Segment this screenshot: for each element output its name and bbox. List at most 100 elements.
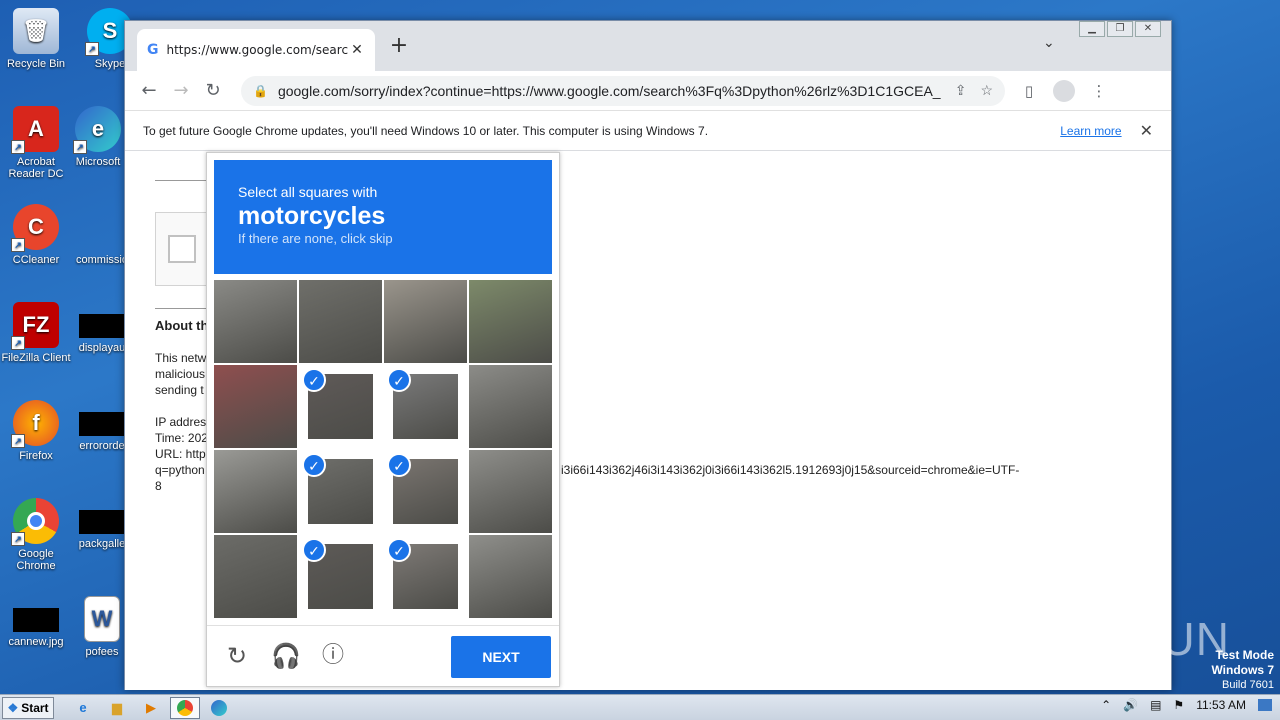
- ip-address-label: IP addres: [155, 415, 207, 429]
- captcha-tile[interactable]: [469, 450, 552, 533]
- taskbar-ie-icon[interactable]: e: [68, 697, 98, 719]
- infobar-message: To get future Google Chrome updates, you…: [143, 123, 709, 138]
- new-tab-button[interactable]: +: [387, 33, 411, 58]
- infobar-close-icon[interactable]: ✕: [1140, 121, 1153, 141]
- desktop-icon-ccleaner[interactable]: C ↗ CCleaner: [0, 204, 72, 266]
- challenge-hint: If there are none, click skip: [238, 231, 393, 246]
- taskbar-media-player-icon[interactable]: ▶: [136, 697, 166, 719]
- captcha-tile[interactable]: [469, 280, 552, 363]
- tile-selected-check-icon: ✓: [387, 453, 411, 477]
- menu-kebab-icon[interactable]: ⋮: [1089, 82, 1109, 100]
- challenge-target: motorcycles: [238, 202, 386, 230]
- captcha-tile-image: [469, 280, 552, 363]
- time-label: Time: 202: [155, 431, 208, 445]
- clock[interactable]: 11:53 AM: [1196, 698, 1246, 712]
- desktop-icon-recycle-bin[interactable]: 🗑 Recycle Bin: [0, 8, 72, 70]
- lock-icon[interactable]: 🔒: [253, 84, 268, 98]
- url-label: URL: http: [155, 447, 206, 461]
- address-bar[interactable]: 🔒 google.com/sorry/index?continue=https:…: [241, 75, 1005, 106]
- captcha-tile-image: [214, 280, 297, 363]
- captcha-tile-image: [214, 365, 297, 448]
- tab-close-icon[interactable]: ✕: [349, 42, 365, 58]
- taskbar-chrome-icon[interactable]: [170, 696, 200, 719]
- info-icon[interactable]: ⓘ: [319, 642, 347, 670]
- url-line-end: 8: [155, 479, 162, 493]
- captcha-tile[interactable]: [214, 450, 297, 533]
- captcha-tile[interactable]: [469, 535, 552, 618]
- next-button[interactable]: NEXT: [451, 636, 551, 678]
- challenge-header: Select all squares with motorcycles If t…: [214, 160, 552, 274]
- url-text[interactable]: google.com/sorry/index?continue=https://…: [278, 83, 941, 99]
- tray-chevron-up-icon[interactable]: ⌃: [1101, 698, 1111, 712]
- audio-challenge-headphones-icon[interactable]: 🎧: [271, 642, 301, 670]
- chrome-icon: ↗: [11, 498, 59, 546]
- tile-selected-check-icon: ✓: [302, 453, 326, 477]
- tile-selected-check-icon: ✓: [387, 538, 411, 562]
- body-text-line: malicious: [155, 367, 206, 381]
- challenge-footer: ↻ 🎧 ⓘ NEXT: [207, 625, 559, 687]
- tab-strip: G https://www.google.com/search?q= ✕ + ⌄…: [125, 21, 1171, 71]
- update-infobar: To get future Google Chrome updates, you…: [125, 111, 1171, 151]
- volume-icon[interactable]: 🔊: [1123, 698, 1138, 712]
- forward-arrow-icon[interactable]: →: [165, 80, 197, 101]
- captcha-tile[interactable]: [469, 365, 552, 448]
- captcha-tile-image: [214, 450, 297, 533]
- desktop-icon-chrome[interactable]: ↗ Google Chrome: [0, 498, 72, 572]
- challenge-instruction: Select all squares with: [238, 184, 378, 200]
- captcha-tile[interactable]: ✓: [384, 450, 467, 533]
- url-line: q=python: [155, 463, 205, 477]
- challenge-grid: ✓ ✓ ✓ ✓ ✓ ✓: [214, 280, 554, 620]
- learn-more-link[interactable]: Learn more: [1060, 124, 1121, 138]
- browser-toolbar: ← → ↻ 🔒 google.com/sorry/index?continue=…: [125, 71, 1171, 111]
- bookmark-star-icon[interactable]: ☆: [980, 82, 993, 99]
- captcha-tile[interactable]: ✓: [299, 365, 382, 448]
- tab-google-search[interactable]: G https://www.google.com/search?q= ✕: [137, 29, 375, 71]
- share-icon[interactable]: ⇪: [955, 82, 967, 99]
- acrobat-icon: A ↗: [11, 106, 59, 154]
- captcha-tile[interactable]: ✓: [299, 535, 382, 618]
- desktop-icon-firefox[interactable]: f ↗ Firefox: [0, 400, 72, 462]
- window-controls: ▁ ❐ ✕: [1079, 21, 1161, 37]
- file-icon: [79, 412, 125, 436]
- captcha-tile[interactable]: [214, 535, 297, 618]
- captcha-tile[interactable]: [214, 280, 297, 363]
- recaptcha-checkbox[interactable]: [168, 235, 196, 263]
- google-favicon-icon: G: [147, 42, 159, 58]
- tile-selected-check-icon: ✓: [302, 368, 326, 392]
- show-desktop-icon[interactable]: [1258, 699, 1272, 711]
- desktop-icon-filezilla[interactable]: FZ ↗ FileZilla Client: [0, 302, 72, 364]
- captcha-tile[interactable]: ✓: [384, 365, 467, 448]
- captcha-tile[interactable]: ✓: [299, 450, 382, 533]
- filezilla-icon: FZ ↗: [11, 302, 59, 350]
- taskbar-edge-icon[interactable]: [204, 697, 234, 719]
- file-icon: [79, 510, 125, 534]
- back-arrow-icon[interactable]: ←: [133, 80, 165, 101]
- captcha-tile-image: [384, 280, 467, 363]
- tab-search-chevron-down-icon[interactable]: ⌄: [1043, 35, 1055, 51]
- side-panel-icon[interactable]: ▯: [1019, 82, 1039, 100]
- start-button[interactable]: ❖ Start: [2, 696, 54, 719]
- system-tray: ⌃ 🔊 ▤ ⚑ 11:53 AM: [1101, 698, 1272, 712]
- tile-selected-check-icon: ✓: [387, 368, 411, 392]
- taskbar-explorer-icon[interactable]: ▆: [102, 697, 132, 719]
- reload-challenge-icon[interactable]: ↻: [223, 642, 251, 670]
- tile-selected-check-icon: ✓: [302, 538, 326, 562]
- captcha-tile[interactable]: [384, 280, 467, 363]
- captcha-tile[interactable]: [299, 280, 382, 363]
- reload-icon[interactable]: ↻: [197, 80, 229, 101]
- about-heading: About th: [155, 318, 209, 333]
- profile-avatar-icon[interactable]: [1053, 79, 1075, 102]
- network-icon[interactable]: ▤: [1150, 698, 1161, 712]
- recycle-bin-icon: 🗑: [13, 8, 59, 54]
- desktop-icon-cannew[interactable]: cannew.jpg: [0, 596, 72, 648]
- minimize-button[interactable]: ▁: [1079, 21, 1105, 37]
- firefox-icon: f ↗: [11, 400, 59, 448]
- close-window-button[interactable]: ✕: [1135, 21, 1161, 37]
- action-center-flag-icon[interactable]: ⚑: [1173, 698, 1184, 712]
- captcha-tile-image: [469, 535, 552, 618]
- captcha-tile-image: [214, 535, 297, 618]
- captcha-tile[interactable]: [214, 365, 297, 448]
- restore-button[interactable]: ❐: [1107, 21, 1133, 37]
- captcha-tile[interactable]: ✓: [384, 535, 467, 618]
- body-text-line: sending t: [155, 383, 204, 397]
